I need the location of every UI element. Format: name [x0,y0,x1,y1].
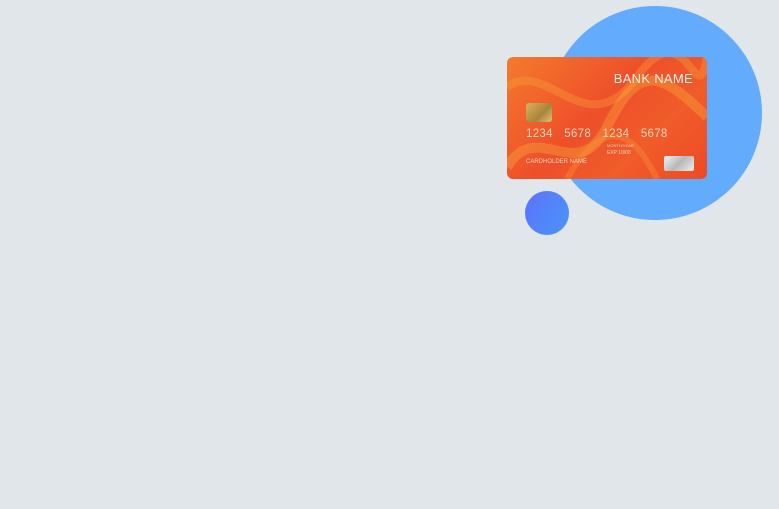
card-number: 1234 5678 1234 5678 [526,128,668,140]
expiry-date: EXP 10/08 [607,150,631,156]
cardholder-name: CARDHOLDER NAME [526,159,588,165]
chip-icon [526,103,552,122]
bank-name: BANK NAME [613,71,693,86]
decorative-circle-small [525,191,569,235]
month-year-label: MONTH/YEAR [607,143,634,148]
hologram-icon [664,156,694,171]
credit-card-illustration: BANK NAME 1234 5678 1234 5678 MONTH/YEAR… [507,57,707,179]
